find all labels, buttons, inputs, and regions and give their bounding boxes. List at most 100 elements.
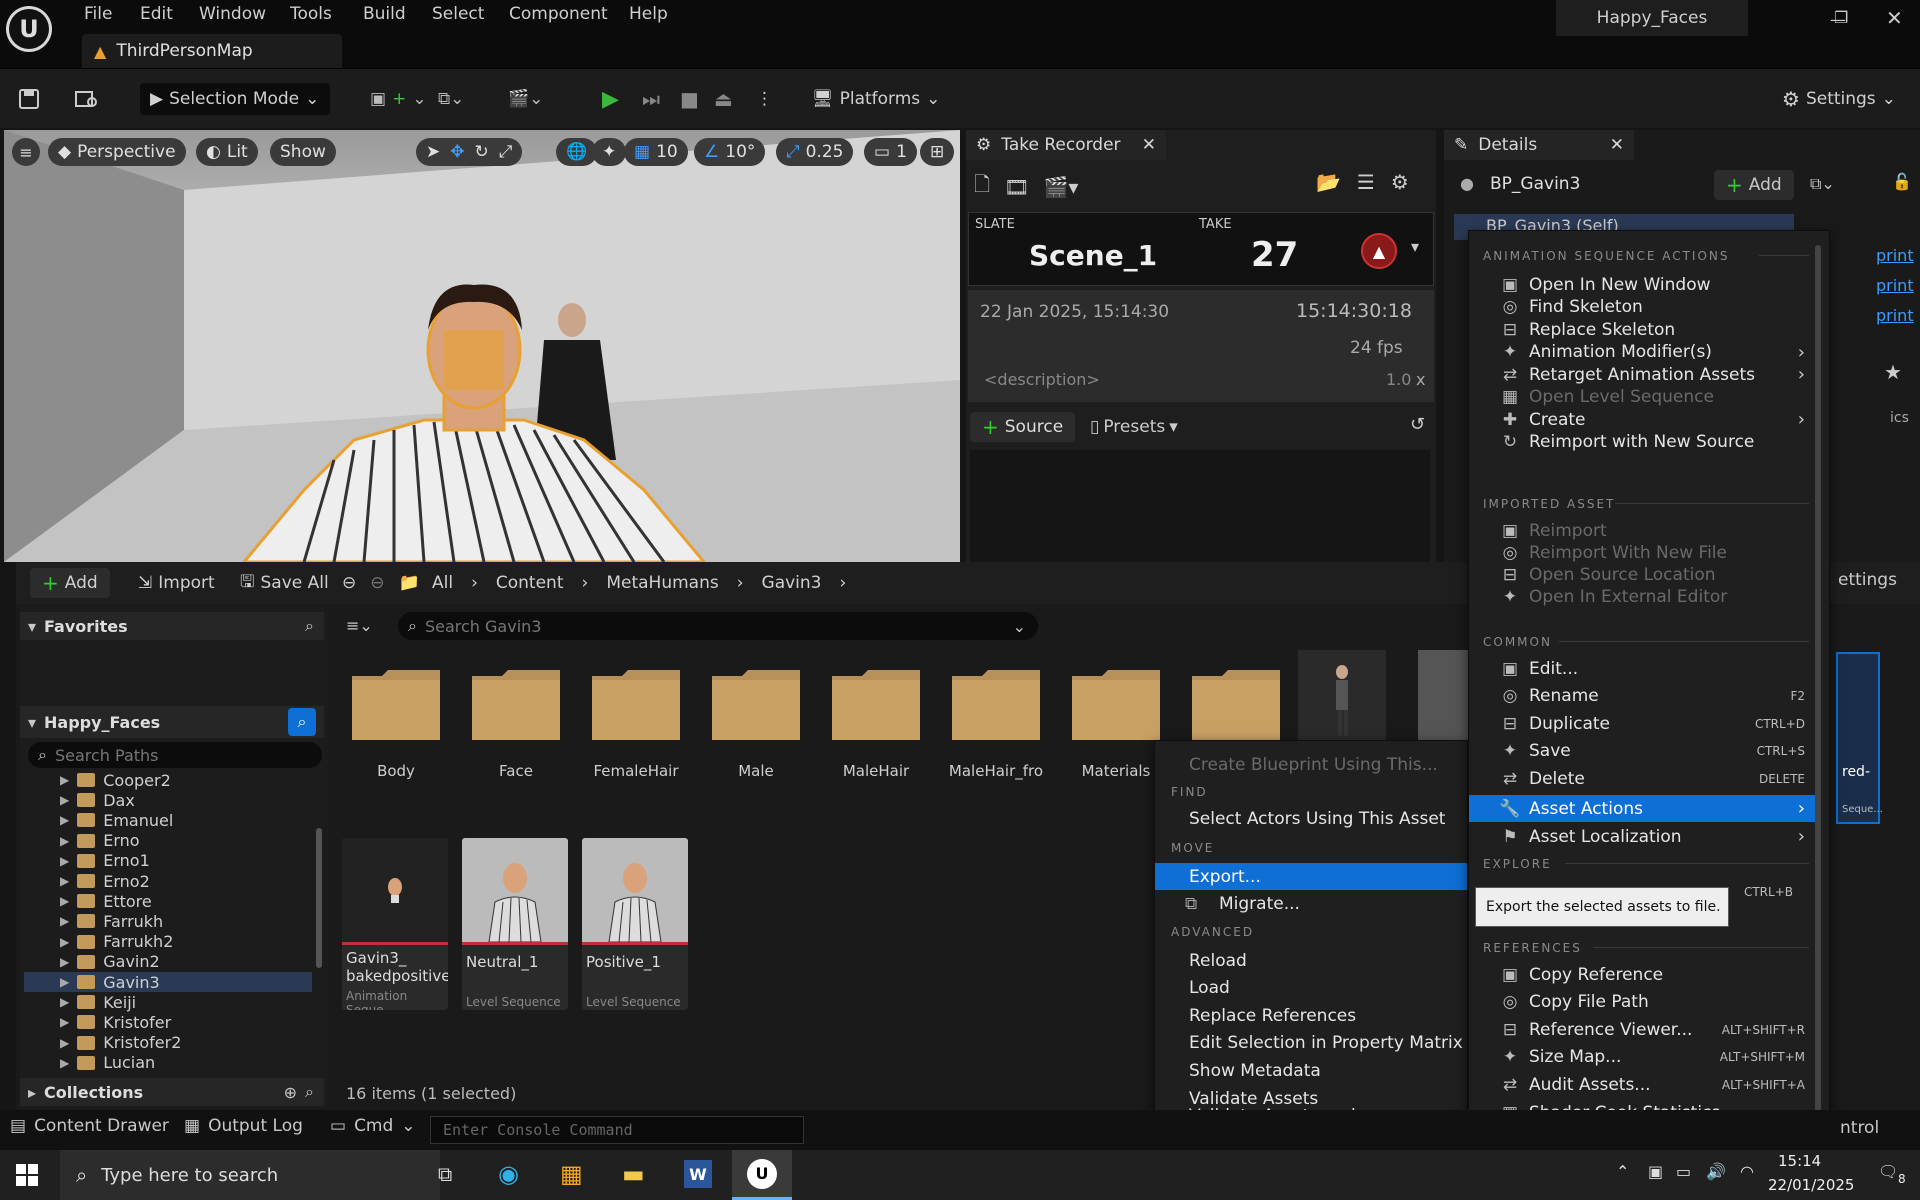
- tree-item[interactable]: ▶ Lucian: [60, 1053, 155, 1073]
- source-control-button[interactable]: ntrol: [1840, 1118, 1879, 1138]
- cmd-dropdown[interactable]: ▭ Cmd ⌄: [330, 1116, 416, 1136]
- menu-edit[interactable]: Edit: [140, 4, 173, 24]
- step-icon[interactable]: ⏭: [642, 83, 660, 115]
- blueprint-icon[interactable]: ⧉⌄: [438, 83, 464, 115]
- asset-search-input[interactable]: ⌕ Search Gavin3 ⌄: [398, 612, 1038, 640]
- menu-item[interactable]: ✦ Save CTRL+S: [1469, 738, 1819, 765]
- move-tool-icon[interactable]: ✥: [450, 142, 464, 162]
- viewport-menu-icon[interactable]: ≡: [12, 138, 40, 166]
- record-button[interactable]: ▲: [1361, 233, 1397, 269]
- tray-app-icon[interactable]: ▣: [1648, 1162, 1663, 1181]
- triangle-right-icon[interactable]: ▶: [60, 773, 69, 787]
- crumb-metahumans[interactable]: MetaHumans: [606, 573, 718, 593]
- menu-file[interactable]: File: [84, 4, 112, 24]
- task-view-icon[interactable]: ⧉: [438, 1162, 452, 1186]
- notification-icon[interactable]: 🗨: [1878, 1162, 1898, 1181]
- tab-details[interactable]: ✎ Details ✕: [1444, 130, 1634, 160]
- console-input[interactable]: Enter Console Command: [430, 1116, 804, 1144]
- triangle-right-icon[interactable]: ▶: [60, 834, 69, 848]
- unreal-taskbar-icon[interactable]: U: [732, 1150, 792, 1200]
- review-icon[interactable]: 🎞: [1004, 175, 1029, 199]
- reset-icon[interactable]: ↺: [1410, 414, 1425, 435]
- menu-window[interactable]: Window: [199, 4, 266, 24]
- menu-item[interactable]: ⊟ Duplicate CTRL+D: [1469, 710, 1819, 737]
- speed-value[interactable]: 1.0: [1386, 370, 1411, 389]
- tray-chevron-icon[interactable]: ⌃: [1616, 1162, 1629, 1181]
- menu-item[interactable]: ◎ Copy File Path: [1469, 989, 1819, 1016]
- select-tool-icon[interactable]: ➤: [426, 142, 440, 162]
- grid-snap-button[interactable]: ▦ 10: [624, 138, 688, 166]
- details-add-button[interactable]: + Add: [1714, 170, 1794, 200]
- triangle-right-icon[interactable]: ▶: [60, 1036, 69, 1050]
- triangle-right-icon[interactable]: ▶: [60, 935, 69, 949]
- advanced-item[interactable]: Show Metadata: [1155, 1057, 1467, 1084]
- tree-item[interactable]: ▶ Farrukh2: [60, 932, 173, 952]
- menu-item[interactable]: ⇄ Delete DELETE: [1469, 765, 1819, 792]
- menu-item[interactable]: ✦ Size Map... ALT+SHIFT+M: [1469, 1044, 1819, 1071]
- settings-button[interactable]: ⚙ Settings ⌄: [1782, 83, 1896, 115]
- forward-icon[interactable]: ⊖: [370, 573, 384, 593]
- folder-tile[interactable]: [470, 666, 562, 742]
- layout-icon[interactable]: ⊞: [920, 138, 955, 166]
- create-blueprint-item[interactable]: Create Blueprint Using This...: [1155, 751, 1467, 778]
- store-icon[interactable]: ▦: [560, 1160, 583, 1188]
- close-icon[interactable]: ✕: [1610, 135, 1624, 155]
- tree-item[interactable]: ▶ Kristofer: [60, 1012, 171, 1032]
- folder-tile[interactable]: [1190, 666, 1282, 742]
- selected-asset-tile[interactable]: red- Seque...: [1836, 652, 1883, 824]
- triangle-right-icon[interactable]: ▶: [60, 813, 69, 827]
- menu-component[interactable]: Component: [509, 4, 608, 24]
- tree-item[interactable]: ▶ Cooper2: [60, 770, 171, 790]
- world-local-icon[interactable]: 🌐: [556, 138, 598, 166]
- chevron-right-icon[interactable]: ›: [582, 573, 589, 593]
- word-icon[interactable]: W: [684, 1160, 712, 1188]
- star-icon[interactable]: ★: [1884, 360, 1902, 384]
- save-all-button[interactable]: 🖫 Save All: [240, 568, 329, 598]
- take-value[interactable]: 27: [1251, 235, 1298, 275]
- more-options-icon[interactable]: ⋮: [756, 83, 773, 115]
- taskbar-search[interactable]: ⌕ Type here to search: [60, 1150, 440, 1200]
- chevron-down-icon[interactable]: ▾: [1411, 237, 1419, 256]
- asset-tile[interactable]: Positive_1 Level Sequence: [582, 838, 688, 1010]
- menu-tools[interactable]: Tools: [290, 4, 332, 24]
- filter-icon[interactable]: ≡⌄: [346, 616, 373, 635]
- save-icon[interactable]: [18, 83, 40, 115]
- play-button[interactable]: ▶: [602, 83, 619, 115]
- level-viewport[interactable]: ≡ ◆ Perspective ◐ Lit Show ➤ ✥ ↻ ⤢ 🌐 ✦ ▦ 10 ∠ 1…: [4, 130, 960, 562]
- add-source-button[interactable]: + Source: [970, 412, 1076, 442]
- show-button[interactable]: Show: [270, 138, 336, 166]
- scale-snap-button[interactable]: ⤢ 0.25: [776, 138, 854, 166]
- lit-button[interactable]: ◐ Lit: [196, 138, 258, 166]
- search-icon[interactable]: ⌕: [305, 1082, 314, 1102]
- crumb-gavin3[interactable]: Gavin3: [762, 573, 822, 593]
- triangle-right-icon[interactable]: ▶: [60, 894, 69, 908]
- triangle-right-icon[interactable]: ▶: [60, 975, 69, 989]
- menu-item[interactable]: ▣ Edit...: [1469, 655, 1819, 682]
- menu-item[interactable]: ◎ Rename F2: [1469, 683, 1819, 710]
- triangle-right-icon[interactable]: ▶: [60, 1015, 69, 1029]
- scale-tool-icon[interactable]: ⤢: [499, 142, 513, 162]
- advanced-item[interactable]: Reload: [1155, 947, 1467, 974]
- camera-speed-button[interactable]: ▭ 1: [864, 138, 917, 166]
- new-take-icon[interactable]: 🗋: [974, 170, 990, 204]
- triangle-right-icon[interactable]: ▶: [60, 793, 69, 807]
- clapper-icon[interactable]: 🎬▾: [1043, 175, 1078, 199]
- folder-tile[interactable]: [350, 666, 442, 742]
- level-tab[interactable]: ▲ ThirdPersonMap: [82, 34, 342, 68]
- menu-build[interactable]: Build: [363, 4, 406, 24]
- menu-item[interactable]: ▣ Copy Reference: [1469, 961, 1819, 988]
- import-button[interactable]: ⇲ Import: [138, 568, 215, 598]
- tree-scrollbar[interactable]: [316, 828, 322, 968]
- close-icon[interactable]: ✕: [1142, 135, 1156, 155]
- cinematics-icon[interactable]: 🎬⌄: [508, 83, 543, 115]
- blueprint-options-icon[interactable]: ⧉⌄: [1810, 174, 1835, 194]
- edge-icon[interactable]: ◉: [498, 1160, 519, 1188]
- menu-item[interactable]: ↻ Reimport with New Source: [1469, 429, 1819, 456]
- asset-thumb-figure[interactable]: [1298, 650, 1386, 740]
- folder-tile[interactable]: [830, 666, 922, 742]
- chevron-right-icon[interactable]: ›: [471, 573, 478, 593]
- clock-time[interactable]: 15:14: [1778, 1152, 1821, 1170]
- folder-tile[interactable]: [590, 666, 682, 742]
- folder-tile[interactable]: [950, 666, 1042, 742]
- back-icon[interactable]: ⊖: [342, 573, 356, 593]
